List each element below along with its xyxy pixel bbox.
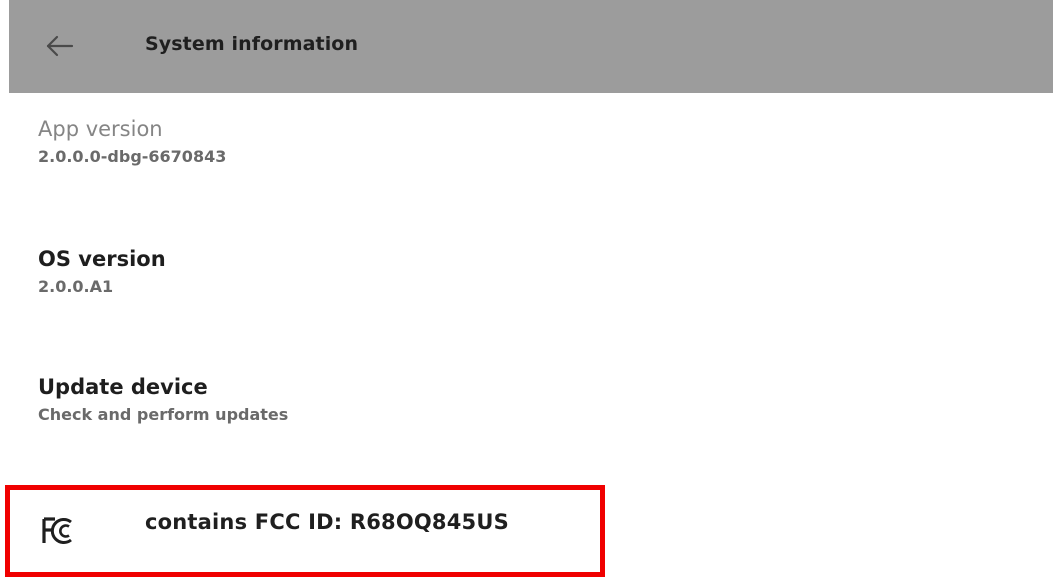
fcc-logo-icon	[42, 517, 72, 544]
arrow-left-icon	[46, 35, 74, 57]
fcc-highlight-box: contains FCC ID: R68OQ845US	[5, 485, 605, 577]
app-version-title: App version	[38, 117, 163, 141]
update-device-title: Update device	[38, 375, 208, 399]
fcc-id-text: contains FCC ID: R68OQ845US	[145, 510, 509, 534]
update-device-subtitle: Check and perform updates	[38, 405, 289, 424]
os-version-value: 2.0.0.A1	[38, 277, 114, 296]
page-title: System information	[145, 33, 359, 55]
app-version-value: 2.0.0.0-dbg-6670843	[38, 147, 227, 166]
back-button[interactable]	[39, 26, 79, 66]
update-device-item[interactable]: Update device Check and perform updates	[38, 373, 738, 426]
os-version-title: OS version	[38, 247, 166, 271]
os-version-item: OS version 2.0.0.A1	[38, 245, 738, 298]
app-header: System information	[9, 0, 1053, 93]
app-version-item: App version 2.0.0.0-dbg-6670843	[38, 115, 738, 168]
